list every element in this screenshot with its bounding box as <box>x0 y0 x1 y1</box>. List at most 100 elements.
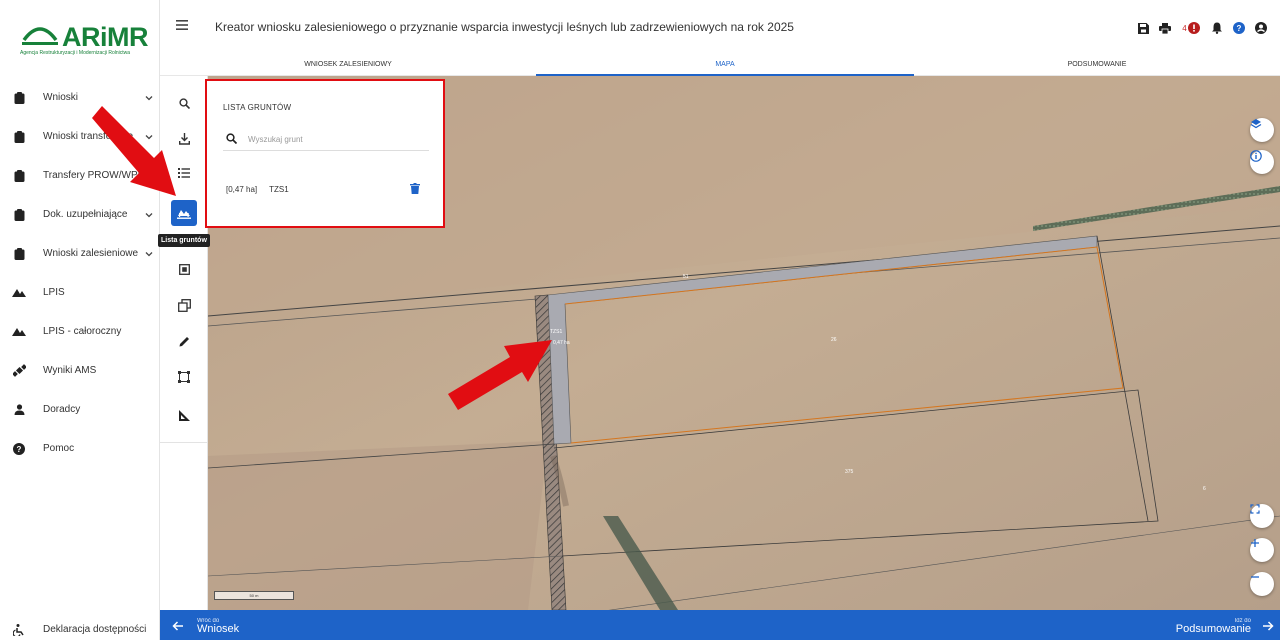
arimr-logo-mark <box>22 27 58 45</box>
terrain-icon <box>12 286 26 300</box>
arrow-right-icon <box>1263 621 1274 631</box>
fullscreen-button[interactable] <box>1250 504 1274 528</box>
next-target: Podsumowanie <box>1175 622 1251 635</box>
app-header: Kreator wniosku zalesieniowego o przyzna… <box>160 0 1280 52</box>
copy-tool-button[interactable] <box>171 292 197 318</box>
sidebar-item-label: Doradcy <box>43 404 81 415</box>
parcels-icon <box>177 209 191 219</box>
panel-title: LISTA GRUNTÓW <box>223 103 292 112</box>
annotation-arrow <box>92 106 176 196</box>
satellite-icon <box>12 364 26 378</box>
sidebar: ARiMR Agencja Restrukturyzacji i Moderni… <box>0 0 160 640</box>
fullscreen-icon <box>1250 504 1260 514</box>
account-icon <box>1255 22 1267 34</box>
pencil-icon <box>179 336 189 346</box>
sidebar-item-label: Wnioski <box>43 92 79 103</box>
chevron-down-icon <box>145 95 153 100</box>
select-frame-tool-button[interactable] <box>171 256 197 282</box>
rail-divider <box>160 442 208 443</box>
bounding-box-tool-button[interactable] <box>171 364 197 390</box>
header-actions: 4 ? <box>1132 20 1272 36</box>
save-icon <box>1137 22 1149 34</box>
tab-mapa[interactable]: MAPA <box>536 52 914 76</box>
sidebar-item-wnioski-zalesieniowe[interactable]: Wnioski zalesieniowe <box>0 234 160 273</box>
tab-podsumowanie[interactable]: PODSUMOWANIE <box>914 52 1280 76</box>
account-button[interactable] <box>1250 20 1272 36</box>
menu-icon[interactable] <box>176 20 188 30</box>
print-icon <box>1159 22 1171 34</box>
clipboard-icon <box>12 91 26 105</box>
arrow-left-icon <box>172 621 183 631</box>
back-caption: Wróć do <box>197 617 220 624</box>
info-icon <box>1250 150 1262 162</box>
save-button[interactable] <box>1132 20 1154 36</box>
select-frame-icon <box>178 263 190 275</box>
accessibility-declaration-label: Deklaracja dostępności <box>43 624 147 635</box>
layers-icon <box>1250 119 1262 129</box>
info-button[interactable] <box>1250 150 1274 174</box>
search-icon <box>226 133 237 144</box>
zoom-out-button[interactable] <box>1250 572 1274 596</box>
back-target: Wniosek <box>197 622 240 635</box>
help-button[interactable]: ? <box>1228 20 1250 36</box>
zoom-in-button[interactable] <box>1250 538 1274 562</box>
sidebar-item-lpis-caloroczny[interactable]: LPIS - całoroczny <box>0 312 160 351</box>
parcel-list-item[interactable]: [0,47 ha] TZS1 <box>223 181 429 197</box>
alerts-button[interactable]: 4 <box>1176 20 1206 36</box>
delete-icon[interactable] <box>410 183 420 194</box>
sidebar-item-label: LPIS - całoroczny <box>43 326 122 337</box>
print-button[interactable] <box>1154 20 1176 36</box>
sidebar-item-dok-uzupelniajace[interactable]: Dok. uzupełniające <box>0 195 160 234</box>
parcels-list-tool-button[interactable] <box>171 200 197 226</box>
next-to-podsumowanie-button[interactable]: Idź do Podsumowanie <box>1176 614 1274 638</box>
parcel-search <box>223 129 429 151</box>
plot-number-label: 26 <box>831 337 837 343</box>
tab-wniosek-zalesieniowy[interactable]: WNIOSEK ZALESIENIOWY <box>160 52 536 76</box>
measure-icon <box>179 409 190 421</box>
clipboard-icon <box>12 208 26 222</box>
sidebar-item-label: LPIS <box>43 287 65 298</box>
draw-tool-button[interactable] <box>171 328 197 354</box>
logo-subtitle: Agencja Restrukturyzacji i Modernizacji … <box>20 50 131 56</box>
plot-number-label: 6 <box>1203 486 1206 492</box>
bounding-box-icon <box>178 371 190 383</box>
page-title: Kreator wniosku zalesieniowego o przyzna… <box>215 20 794 34</box>
copy-icon <box>177 298 191 312</box>
layers-button[interactable] <box>1250 118 1274 142</box>
notifications-button[interactable] <box>1206 20 1228 36</box>
sidebar-item-lpis[interactable]: LPIS <box>0 273 160 312</box>
svg-text:?: ? <box>1237 24 1242 33</box>
parcel-name: TZS1 <box>269 184 289 194</box>
svg-text:?: ? <box>17 445 22 454</box>
back-to-wniosek-button[interactable]: Wróć do Wniosek <box>172 614 239 638</box>
sidebar-item-doradcy[interactable]: Doradcy <box>0 390 160 429</box>
alerts-count: 4 <box>1182 23 1187 33</box>
parcels-list-panel: LISTA GRUNTÓW [0,47 ha] TZS1 <box>205 79 445 228</box>
sidebar-item-label: Dok. uzupełniające <box>43 209 128 220</box>
accessibility-declaration-link[interactable]: Deklaracja dostępności <box>0 619 160 640</box>
measure-tool-button[interactable] <box>171 402 197 428</box>
parcel-search-input[interactable] <box>248 132 423 146</box>
accessibility-icon <box>12 623 26 637</box>
plot-number-label: 51 <box>683 274 689 280</box>
parcel-area-label: 0,47 ha <box>553 340 570 346</box>
sidebar-item-label: Pomoc <box>43 443 75 454</box>
list-icon <box>178 168 190 178</box>
minus-icon <box>1251 576 1259 578</box>
help-icon: ? <box>1233 22 1245 34</box>
bottom-navigation-bar: Wróć do Wniosek Idź do Podsumowanie <box>160 610 1280 640</box>
download-icon <box>178 133 190 145</box>
sidebar-item-wyniki-ams[interactable]: Wyniki AMS <box>0 351 160 390</box>
parcel-area: [0,47 ha] <box>226 184 258 194</box>
tool-tooltip: Lista gruntów <box>158 234 210 247</box>
sidebar-item-label: Wnioski zalesieniowe <box>43 248 139 259</box>
tab-bar: WNIOSEK ZALESIENIOWY MAPA PODSUMOWANIE <box>160 52 1280 76</box>
chevron-down-icon <box>145 251 153 256</box>
person-icon <box>12 403 26 417</box>
terrain-icon <box>12 325 26 339</box>
arimr-logo[interactable]: ARiMR Agencja Restrukturyzacji i Moderni… <box>18 18 149 58</box>
plot-number-label: 375 <box>845 469 854 475</box>
annotation-arrow <box>448 340 552 410</box>
clipboard-icon <box>12 169 26 183</box>
sidebar-item-pomoc[interactable]: ? Pomoc <box>0 429 160 468</box>
